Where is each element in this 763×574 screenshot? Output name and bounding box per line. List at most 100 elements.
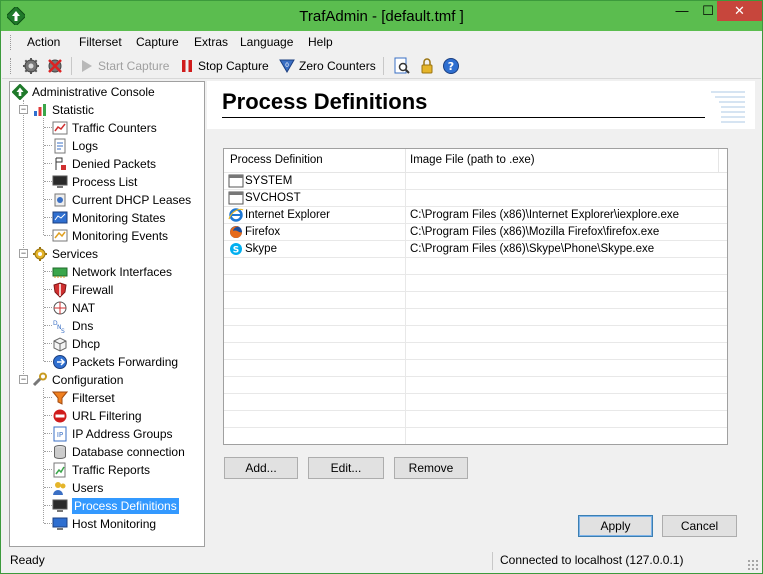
menu-filterset[interactable]: Filterset [79,35,122,49]
expand-configuration-toggle[interactable]: − [19,375,28,384]
tree-connector [23,100,24,380]
help-icon: ? [443,58,459,74]
window-icon [228,191,244,205]
dns-icon: DNS [53,320,65,334]
page-header: Process Definitions [207,81,755,129]
start-capture-label: Start Capture [98,59,170,73]
menu-action[interactable]: Action [27,35,60,49]
tree-item-monitoring-events[interactable]: Monitoring Events [52,227,168,245]
zero-counters-button[interactable]: 0 Zero Counters [278,56,376,76]
table-row[interactable]: SVCHOST [224,190,727,207]
tree-connector [44,181,52,182]
counter-reset-icon: 0 [279,59,295,73]
shield-icon [53,282,67,298]
empty-row [224,326,727,343]
tree-connector [44,289,52,290]
minimize-button[interactable]: — [669,1,695,21]
tree-item-users[interactable]: Users [52,479,103,497]
empty-row [224,394,727,411]
tree-connector [44,415,52,416]
internet-explorer-icon [228,208,244,222]
stop-capture-button[interactable]: Stop Capture [179,56,269,76]
column-header-image-file[interactable]: Image File (path to .exe) [410,154,535,166]
tree-connector [44,163,52,164]
dhcp-box-icon [53,337,67,352]
tree-connector [44,217,52,218]
table-row[interactable]: Internet Explorer C:\Program Files (x86)… [224,207,727,224]
empty-row [224,377,727,394]
disconnect-tool-button[interactable] [46,56,67,76]
tree-root-administrative-console[interactable]: Administrative Console [12,83,155,101]
tree-item-host-monitoring[interactable]: Host Monitoring [52,515,156,533]
report-tool-button[interactable] [393,56,414,76]
start-capture-button[interactable]: Start Capture [79,56,169,76]
tree-item-network-interfaces[interactable]: Network Interfaces [52,263,172,281]
settings-tool-button[interactable] [22,56,43,76]
process-definitions-list[interactable]: Process Definition Image File (path to .… [223,148,728,445]
tree-item-firewall[interactable]: Firewall [52,281,113,299]
license-tool-button[interactable] [418,56,439,76]
tree-item-traffic-reports[interactable]: Traffic Reports [52,461,150,479]
document-search-icon [394,57,410,74]
menu-help[interactable]: Help [308,35,333,49]
edit-button[interactable]: Edit... [308,457,384,479]
toolbar-separator [71,57,72,75]
menu-extras[interactable]: Extras [194,35,228,49]
title-bar[interactable]: TrafAdmin - [default.tmf ] — ☐ ✕ [1,1,762,31]
gear-icon [23,58,39,74]
app-window: TrafAdmin - [default.tmf ] — ☐ ✕ Action … [0,0,763,574]
window-title: TrafAdmin - [default.tmf ] [299,8,464,25]
tree-item-process-list[interactable]: Process List [52,173,137,191]
column-header-process-definition[interactable]: Process Definition [230,154,323,166]
tree-connector [44,523,52,524]
tree-node-services[interactable]: Services [32,245,98,263]
toolbar-grip[interactable] [10,58,13,74]
status-text: Ready [10,553,45,567]
cancel-button[interactable]: Cancel [662,515,737,537]
tree-item-dhcp[interactable]: Dhcp [52,335,100,353]
nat-icon [53,301,67,315]
tree-item-process-definitions[interactable]: Process Definitions [52,497,179,515]
tree-item-url-filtering[interactable]: URL Filtering [52,407,142,425]
traffic-counters-icon [52,121,68,135]
tree-connector [44,199,52,200]
list-header: Process Definition Image File (path to .… [224,149,727,173]
help-tool-button[interactable]: ? [442,56,463,76]
close-button[interactable]: ✕ [717,1,762,21]
page-title: Process Definitions [222,89,428,114]
column-divider[interactable] [718,149,719,173]
remove-button[interactable]: Remove [394,457,468,479]
tree-item-traffic-counters[interactable]: Traffic Counters [52,119,157,137]
content-panel: Process Definitions Process Definition I… [207,81,755,547]
tree-item-database-connection[interactable]: Database connection [52,443,185,461]
tree-item-dns[interactable]: DNS Dns [52,317,93,335]
tree-item-ip-address-groups[interactable]: IP IP Address Groups [52,425,173,443]
menu-language[interactable]: Language [240,35,293,49]
tree-item-current-dhcp-leases[interactable]: Current DHCP Leases [52,191,191,209]
navigation-tree[interactable]: Administrative Console − Statistic Traff… [9,81,205,547]
table-row[interactable]: SYSTEM [224,173,727,190]
tree-node-configuration[interactable]: Configuration [32,371,123,389]
menu-grip[interactable] [10,35,13,50]
tree-node-statistic[interactable]: Statistic [32,101,94,119]
tree-connector [44,487,52,488]
table-row[interactable]: S Skype C:\Program Files (x86)\Skype\Pho… [224,241,727,258]
tree-item-monitoring-states[interactable]: Monitoring States [52,209,165,227]
expand-statistic-toggle[interactable]: − [19,105,28,114]
resize-grip[interactable] [747,559,759,571]
column-divider[interactable] [405,149,406,173]
tree-connector [44,451,52,452]
expand-services-toggle[interactable]: − [19,249,28,258]
admin-console-icon [12,84,28,100]
toolbar: Start Capture Stop Capture 0 Zero Counte… [2,53,761,79]
tree-item-denied-packets[interactable]: Denied Packets [52,155,156,173]
apply-button[interactable]: Apply [578,515,653,537]
add-button[interactable]: Add... [224,457,298,479]
table-row[interactable]: Firefox C:\Program Files (x86)\Mozilla F… [224,224,727,241]
tree-item-logs[interactable]: Logs [52,137,98,155]
tree-item-packets-forwarding[interactable]: Packets Forwarding [52,353,178,371]
tree-item-nat[interactable]: NAT [52,299,95,317]
connection-status: Connected to localhost (127.0.0.1) [500,553,684,567]
tree-item-filterset[interactable]: Filterset [52,389,115,407]
menu-capture[interactable]: Capture [136,35,179,49]
